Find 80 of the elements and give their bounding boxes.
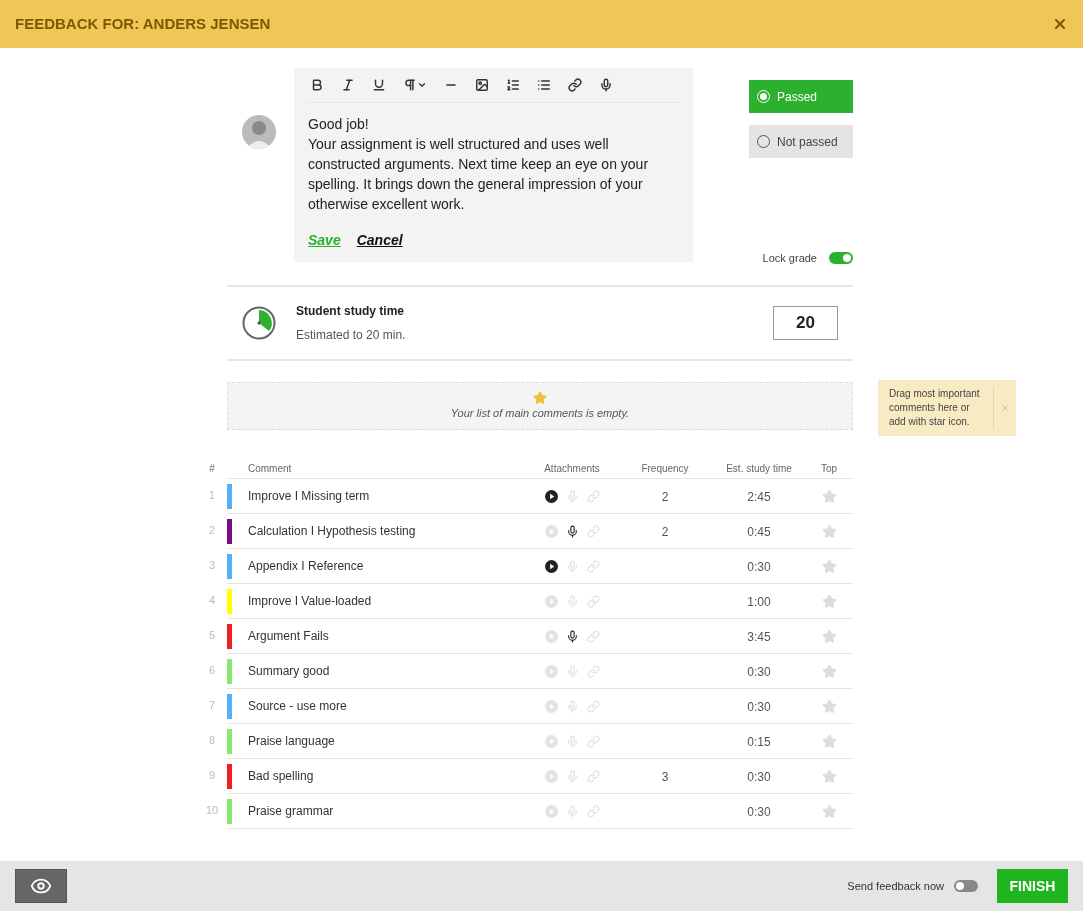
row-number: 2 xyxy=(207,523,217,539)
preview-button[interactable] xyxy=(15,869,67,903)
frequency-value: 2 xyxy=(661,490,669,504)
column-header: Est. study time xyxy=(725,461,793,476)
star-icon[interactable] xyxy=(821,768,837,784)
study-time-subtitle: Estimated to 20 min. xyxy=(296,327,406,344)
italic-icon[interactable] xyxy=(341,78,355,92)
row-number: 8 xyxy=(207,733,217,749)
comment-title[interactable]: Bad spelling xyxy=(248,767,314,785)
row-number: 3 xyxy=(207,558,217,574)
study-time-value: 0:30 xyxy=(747,805,771,819)
microphone-icon[interactable] xyxy=(565,629,579,643)
play-icon[interactable] xyxy=(544,489,558,503)
grade-option[interactable]: Not passed xyxy=(749,125,853,158)
column-header: Frequency xyxy=(640,461,690,476)
row-number: 4 xyxy=(207,593,217,609)
clock-icon xyxy=(242,306,276,340)
close-icon[interactable] xyxy=(1052,16,1068,32)
row-number: 10 xyxy=(204,803,220,819)
microphone-icon[interactable] xyxy=(565,524,579,538)
study-time-value: 3:45 xyxy=(747,630,771,644)
comment-title[interactable]: Praise grammar xyxy=(248,802,334,820)
paragraph-icon[interactable] xyxy=(403,78,427,92)
tip-text: Drag most important comments here or add with star icon. xyxy=(889,387,981,429)
row-number: 9 xyxy=(207,768,217,784)
study-time-value: 0:15 xyxy=(747,735,771,749)
image-icon[interactable] xyxy=(475,78,489,92)
frequency-value: 3 xyxy=(661,770,669,784)
numbered-list-icon[interactable] xyxy=(506,78,520,92)
bold-icon[interactable] xyxy=(310,78,324,92)
row-number: 7 xyxy=(207,698,217,714)
underline-icon[interactable] xyxy=(372,78,386,92)
study-time-value: 0:30 xyxy=(747,770,771,784)
study-time-value: 0:30 xyxy=(747,560,771,574)
study-time-value: 2:45 xyxy=(747,490,771,504)
study-time-value: 0:30 xyxy=(747,665,771,679)
toggle-switch[interactable] xyxy=(954,880,978,892)
bullet-list-icon[interactable] xyxy=(537,78,551,92)
cancel-link[interactable]: Cancel xyxy=(356,230,403,251)
comment-title[interactable]: Improve I Missing term xyxy=(248,487,370,505)
empty-message: Your list of main comments is empty. xyxy=(450,405,630,421)
study-time-title: Student study time xyxy=(296,303,405,320)
toggle-switch[interactable] xyxy=(829,252,853,264)
send-feedback-label: Send feedback now xyxy=(847,878,944,894)
row-number: 1 xyxy=(207,488,217,504)
star-icon[interactable] xyxy=(821,698,837,714)
study-time-value: 0:30 xyxy=(747,700,771,714)
star-icon[interactable] xyxy=(821,593,837,609)
row-number: 5 xyxy=(207,628,217,644)
column-header: Top xyxy=(819,461,839,476)
column-header: Attachments xyxy=(543,461,601,476)
row-number: 6 xyxy=(207,663,217,679)
star-icon[interactable] xyxy=(821,663,837,679)
star-icon[interactable] xyxy=(821,733,837,749)
star-icon xyxy=(533,390,547,405)
star-icon[interactable] xyxy=(821,523,837,539)
column-header: Comment xyxy=(247,461,293,476)
avatar xyxy=(242,115,276,149)
study-time-value: 1:00 xyxy=(747,595,771,609)
comment-title[interactable]: Calculation I Hypothesis testing xyxy=(248,522,416,540)
comment-title[interactable]: Appendix I Reference xyxy=(248,557,364,575)
comment-title[interactable]: Argument Fails xyxy=(248,627,329,645)
star-icon[interactable] xyxy=(821,558,837,574)
microphone-icon[interactable] xyxy=(599,78,613,92)
star-icon[interactable] xyxy=(821,488,837,504)
comment-title[interactable]: Praise language xyxy=(248,732,335,750)
frequency-value: 2 xyxy=(661,525,669,539)
comment-title[interactable]: Improve I Value-loaded xyxy=(248,592,372,610)
dialog-title: FEEDBACK FOR: ANDERS JENSEN xyxy=(15,13,271,34)
lock-grade-label: Lock grade xyxy=(762,250,817,266)
study-time-value: 0:45 xyxy=(747,525,771,539)
study-time-input[interactable]: 20 xyxy=(773,306,838,340)
star-icon[interactable] xyxy=(821,628,837,644)
star-icon[interactable] xyxy=(821,803,837,819)
comment-title[interactable]: Source - use more xyxy=(248,697,347,715)
link-icon[interactable] xyxy=(568,78,582,92)
comment-title[interactable]: Summary good xyxy=(248,662,330,680)
comment-text[interactable]: Good job! Your assignment is well structured and uses well constructed arguments. Next time keep an eye on your spelling. It brings down the general impression of your otherwise excellent work. xyxy=(308,114,653,214)
column-header: # xyxy=(208,461,216,476)
play-icon[interactable] xyxy=(544,559,558,573)
